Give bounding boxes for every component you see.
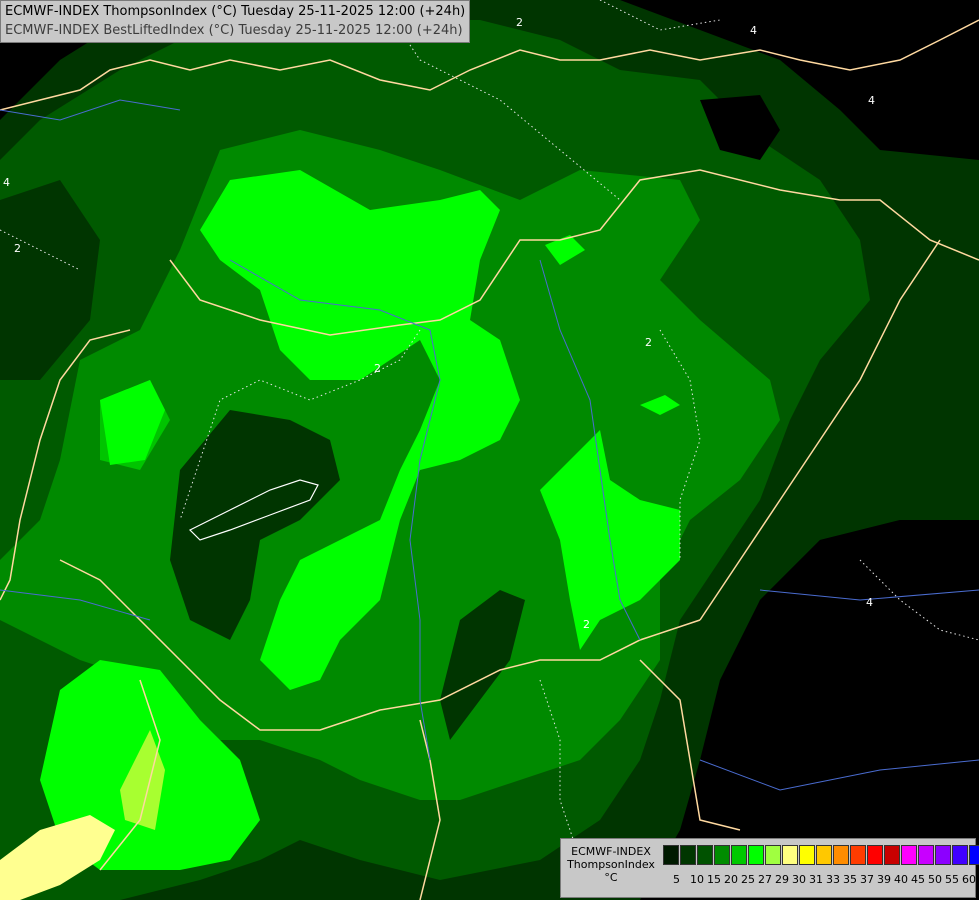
legend-swatch	[884, 845, 900, 865]
legend-swatch	[850, 845, 866, 865]
legend-swatch	[833, 845, 849, 865]
legend-swatch	[714, 845, 730, 865]
legend-title: ECMWF-INDEX	[571, 845, 651, 858]
contour-label-2-north: 2	[516, 16, 523, 29]
contour-label-2-south: 2	[583, 618, 590, 631]
legend-tick-label: 30	[792, 873, 806, 886]
legend-tick-label: 29	[775, 873, 789, 886]
legend-swatch	[782, 845, 798, 865]
legend-swatch	[816, 845, 832, 865]
legend-swatch	[969, 845, 979, 865]
legend-swatch	[731, 845, 747, 865]
map-canvas: 2 4 4 4 2 2 2 4 2	[0, 0, 979, 900]
legend-tick-label: 40	[894, 873, 908, 886]
legend-tick-label: 35	[843, 873, 857, 886]
legend-tick-label: 37	[860, 873, 874, 886]
legend-tick-label: 31	[809, 873, 823, 886]
color-legend: ECMWF-INDEX ThompsonIndex °C 5 10 15 20 25 27…	[560, 838, 979, 898]
contour-label-2-west: 2	[14, 242, 21, 255]
legend-tick-label: 45	[911, 873, 925, 886]
legend-tick-label: 33	[826, 873, 840, 886]
legend-tick-label: 20	[724, 873, 738, 886]
legend-swatch	[680, 845, 696, 865]
legend-tick-label: 55	[945, 873, 959, 886]
contour-label-4-east: 4	[868, 94, 875, 107]
title-best-lifted-index: ECMWF-INDEX BestLiftedIndex (°C) Tuesday…	[5, 23, 463, 38]
legend-swatch	[918, 845, 934, 865]
legend-tick-label: 10	[690, 873, 704, 886]
legend-swatch	[799, 845, 815, 865]
contour-label-2-central-east: 2	[645, 336, 652, 349]
contour-label-4-west: 4	[3, 176, 10, 189]
contour-label-4-southeast: 4	[866, 596, 873, 609]
legend-swatch	[748, 845, 764, 865]
title-thompson-index: ECMWF-INDEX ThompsonIndex (°C) Tuesday 2…	[5, 4, 466, 19]
contour-label-4-northeast: 4	[750, 24, 757, 37]
legend-swatch	[663, 845, 679, 865]
map-title-box: ECMWF-INDEX ThompsonIndex (°C) Tuesday 2…	[0, 0, 471, 43]
legend-tick-label: 60	[962, 873, 976, 886]
legend-swatch	[935, 845, 951, 865]
legend-ticks: 5 10 15 20 25 27 29 30 31 33 35 37 39 40 45 50 55 60	[663, 873, 979, 886]
legend-variable: ThompsonIndex	[567, 858, 655, 871]
legend-tick-label: 25	[741, 873, 755, 886]
legend-tick-label: 50	[928, 873, 942, 886]
legend-swatch	[901, 845, 917, 865]
legend-swatch	[765, 845, 781, 865]
legend-swatch	[952, 845, 968, 865]
contour-label-2-center: 2	[374, 362, 381, 375]
legend-swatch	[867, 845, 883, 865]
legend-tick-label: 27	[758, 873, 772, 886]
legend-tick-label: 39	[877, 873, 891, 886]
legend-tick-label: 15	[707, 873, 721, 886]
legend-unit: °C	[604, 871, 618, 884]
legend-swatch	[697, 845, 713, 865]
legend-tick-label: 5	[673, 873, 680, 886]
legend-label: ECMWF-INDEX ThompsonIndex °C	[563, 845, 659, 884]
legend-swatches	[663, 845, 979, 865]
